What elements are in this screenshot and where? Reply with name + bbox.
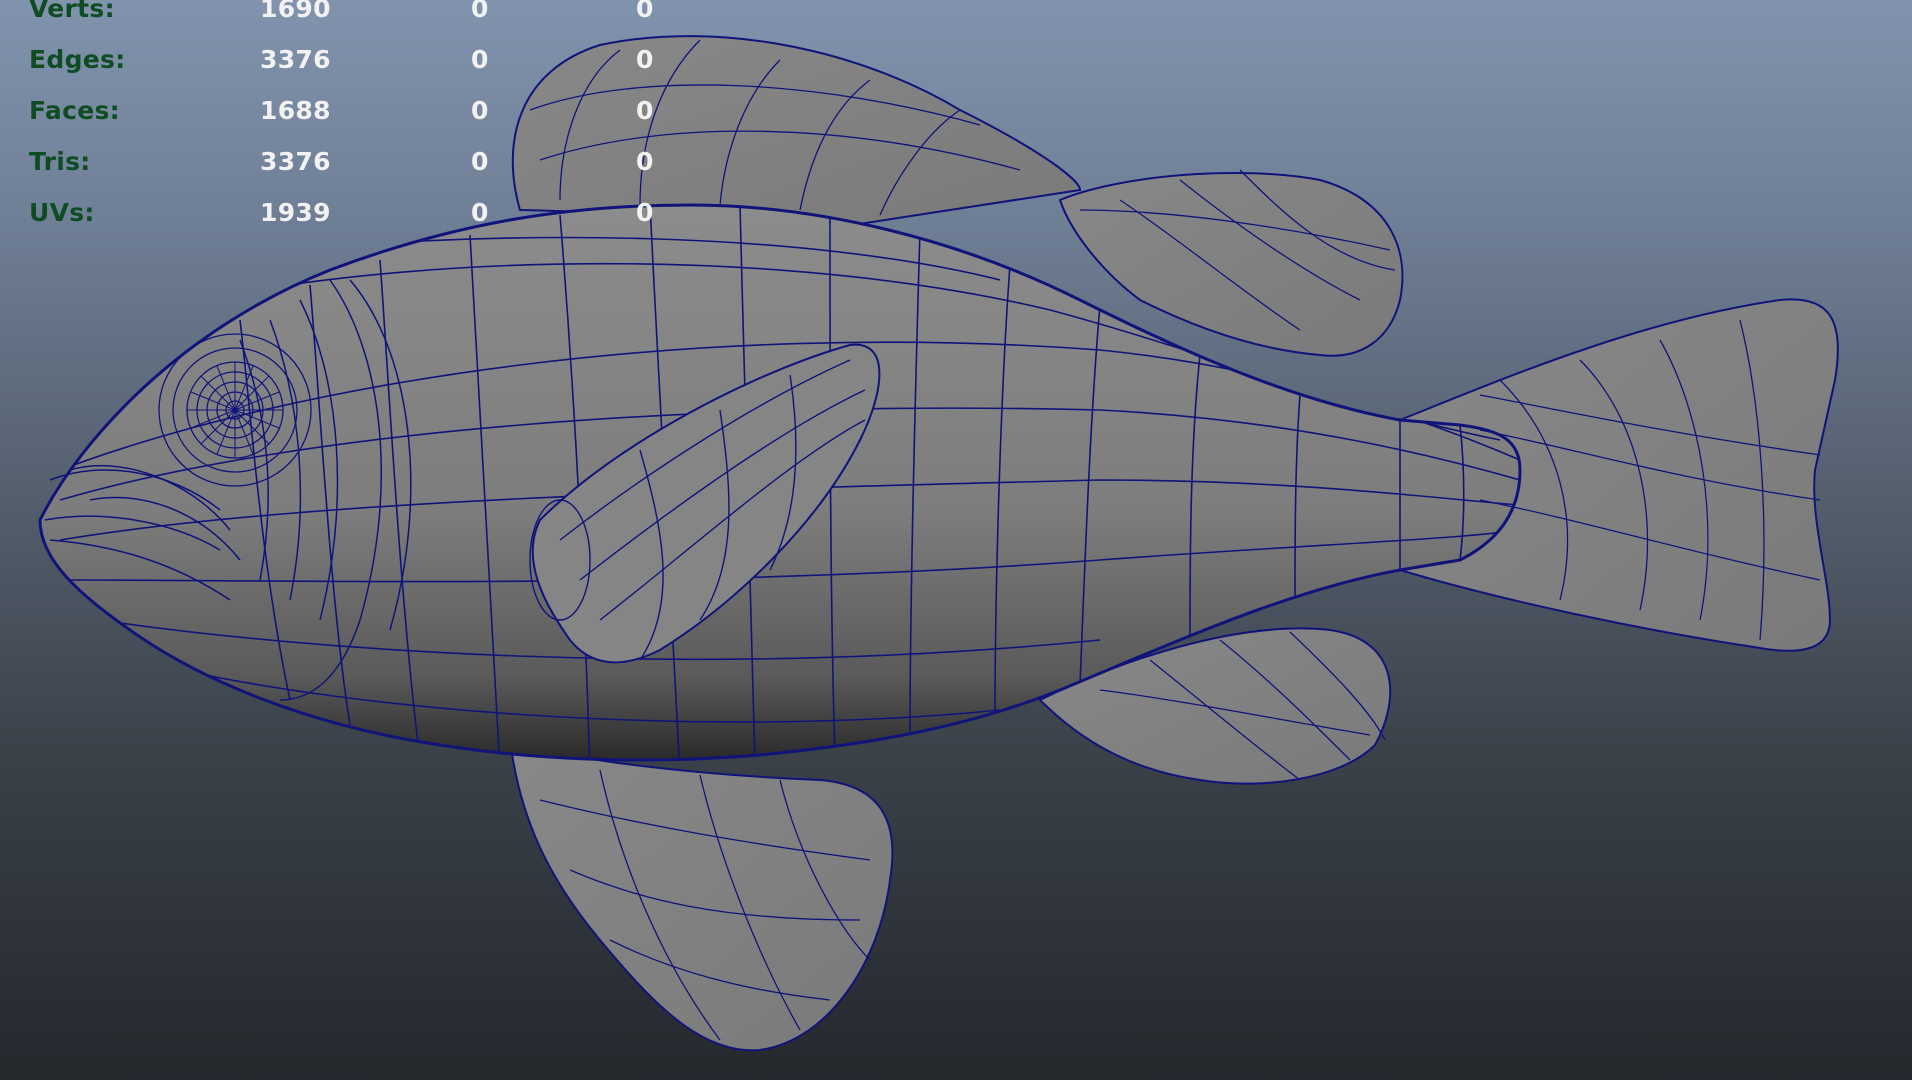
hud-value-uvs-selected: 0 bbox=[471, 198, 489, 227]
poly-count-hud: Verts: 1690 0 0 Edges: 3376 0 0 Faces: 1… bbox=[0, 0, 700, 240]
hud-value-edges-object: 3376 bbox=[260, 45, 331, 74]
pelvic-fin bbox=[508, 738, 894, 1052]
eye-spokes bbox=[187, 362, 283, 458]
hud-value-tris-selected: 0 bbox=[471, 147, 489, 176]
hud-row-uvs: UVs: 1939 0 0 bbox=[0, 198, 700, 232]
hud-row-faces: Faces: 1688 0 0 bbox=[0, 96, 700, 130]
hud-value-faces-component: 0 bbox=[636, 96, 654, 125]
hud-label-uvs: UVs: bbox=[29, 198, 95, 227]
hud-row-verts: Verts: 1690 0 0 bbox=[0, 0, 700, 28]
hud-label-faces: Faces: bbox=[29, 96, 120, 125]
hud-label-edges: Edges: bbox=[29, 45, 126, 74]
hud-value-uvs-object: 1939 bbox=[260, 198, 331, 227]
hud-value-edges-component: 0 bbox=[636, 45, 654, 74]
hud-value-verts-selected: 0 bbox=[471, 0, 489, 23]
hud-value-verts-component: 0 bbox=[636, 0, 654, 23]
3d-viewport[interactable]: Verts: 1690 0 0 Edges: 3376 0 0 Faces: 1… bbox=[0, 0, 1912, 1080]
hud-value-faces-selected: 0 bbox=[471, 96, 489, 125]
hud-value-edges-selected: 0 bbox=[471, 45, 489, 74]
hud-row-tris: Tris: 3376 0 0 bbox=[0, 147, 700, 181]
hud-label-tris: Tris: bbox=[29, 147, 91, 176]
hud-label-verts: Verts: bbox=[29, 0, 115, 23]
hud-row-edges: Edges: 3376 0 0 bbox=[0, 45, 700, 79]
hud-value-faces-object: 1688 bbox=[260, 96, 331, 125]
hud-value-verts-object: 1690 bbox=[260, 0, 331, 23]
hud-value-tris-component: 0 bbox=[636, 147, 654, 176]
hud-value-uvs-component: 0 bbox=[636, 198, 654, 227]
hud-value-tris-object: 3376 bbox=[260, 147, 331, 176]
